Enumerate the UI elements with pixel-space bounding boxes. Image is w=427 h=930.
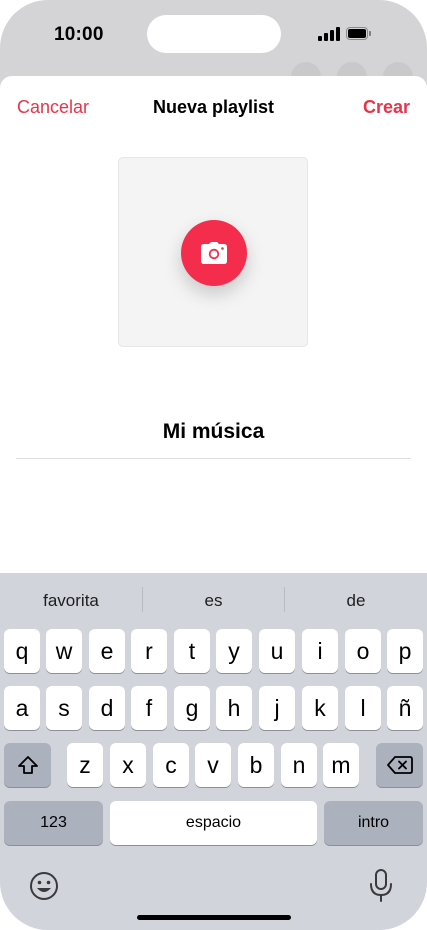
key-y[interactable]: y bbox=[216, 629, 252, 673]
shift-icon bbox=[17, 756, 38, 774]
add-photo-button[interactable] bbox=[181, 220, 247, 286]
delete-key[interactable] bbox=[376, 743, 423, 787]
key-t[interactable]: t bbox=[174, 629, 210, 673]
key-p[interactable]: p bbox=[387, 629, 423, 673]
cellular-signal-icon bbox=[318, 27, 340, 41]
key-o[interactable]: o bbox=[345, 629, 381, 673]
key-g[interactable]: g bbox=[174, 686, 210, 730]
name-field-divider bbox=[16, 458, 411, 459]
key-l[interactable]: l bbox=[345, 686, 381, 730]
home-indicator[interactable] bbox=[137, 915, 291, 920]
suggestion-2[interactable]: es bbox=[143, 591, 284, 611]
key-f[interactable]: f bbox=[131, 686, 167, 730]
battery-icon bbox=[346, 27, 372, 40]
key-j[interactable]: j bbox=[259, 686, 295, 730]
shift-key[interactable] bbox=[4, 743, 51, 787]
key-n-tilde[interactable]: ñ bbox=[387, 686, 423, 730]
key-d[interactable]: d bbox=[89, 686, 125, 730]
key-r[interactable]: r bbox=[131, 629, 167, 673]
key-v[interactable]: v bbox=[195, 743, 231, 787]
playlist-name-input[interactable]: Mi música bbox=[0, 420, 427, 444]
status-time: 10:00 bbox=[54, 24, 104, 45]
key-e[interactable]: e bbox=[89, 629, 125, 673]
key-k[interactable]: k bbox=[302, 686, 338, 730]
key-q[interactable]: q bbox=[4, 629, 40, 673]
phone-frame: 10:00 Cancelar Nueva playlist Crear Mi m… bbox=[0, 0, 427, 930]
key-m[interactable]: m bbox=[323, 743, 359, 787]
key-a[interactable]: a bbox=[4, 686, 40, 730]
key-w[interactable]: w bbox=[46, 629, 82, 673]
delete-backspace-icon bbox=[386, 756, 413, 774]
key-c[interactable]: c bbox=[153, 743, 189, 787]
key-h[interactable]: h bbox=[216, 686, 252, 730]
camera-icon bbox=[201, 242, 227, 264]
key-s[interactable]: s bbox=[46, 686, 82, 730]
emoji-key[interactable] bbox=[28, 870, 60, 902]
key-x[interactable]: x bbox=[110, 743, 146, 787]
create-button[interactable]: Crear bbox=[363, 97, 410, 118]
sheet-nav-bar: Cancelar Nueva playlist Crear bbox=[0, 76, 427, 136]
key-z[interactable]: z bbox=[67, 743, 103, 787]
emoji-icon bbox=[30, 872, 58, 900]
numbers-key[interactable]: 123 bbox=[4, 801, 103, 845]
key-n[interactable]: n bbox=[281, 743, 317, 787]
playlist-artwork-placeholder[interactable] bbox=[118, 157, 308, 347]
key-b[interactable]: b bbox=[238, 743, 274, 787]
microphone-icon bbox=[370, 869, 392, 902]
dictation-key[interactable] bbox=[368, 868, 394, 904]
return-key[interactable]: intro bbox=[324, 801, 423, 845]
key-i[interactable]: i bbox=[302, 629, 338, 673]
suggestion-1[interactable]: favorita bbox=[0, 591, 142, 611]
key-u[interactable]: u bbox=[259, 629, 295, 673]
keyboard: favorita es de q w e r t y u i o p a s d… bbox=[0, 573, 427, 930]
space-key[interactable]: espacio bbox=[110, 801, 317, 845]
suggestion-3[interactable]: de bbox=[285, 591, 427, 611]
status-bar: 10:00 bbox=[0, 0, 427, 70]
dynamic-island bbox=[147, 15, 281, 53]
